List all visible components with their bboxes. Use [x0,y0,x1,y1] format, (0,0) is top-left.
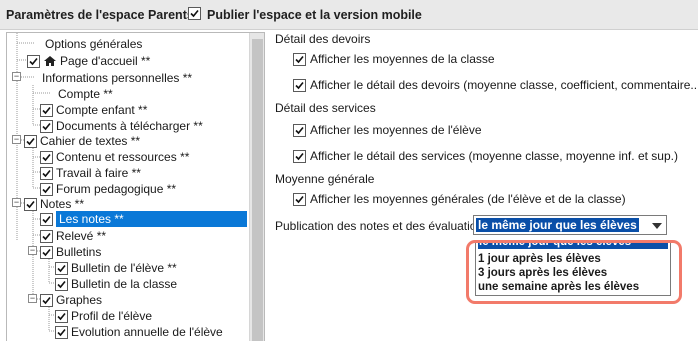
option-moyennes-eleve[interactable]: Afficher les moyennes de l'élève [293,123,482,137]
tree-expander-informations[interactable]: − [12,72,21,81]
tree-item-label: Informations personnelles ** [42,71,193,85]
tree-item-label: Page d'accueil ** [60,54,151,68]
publish-label: Publier l'espace et la version mobile [207,8,422,22]
publication-selected-value: le même jour que les élèves [476,218,639,232]
tree-checkbox[interactable] [40,293,53,307]
section-title-moyenne-generale: Moyenne générale [275,172,375,186]
tree-item-label: Bulletin de l'élève ** [71,261,177,275]
tree-item-les-notes[interactable]: Les notes ** [40,210,247,228]
option-label: Afficher le détail des devoirs (moyenne … [310,78,698,92]
tree-scrollbar-thumb[interactable] [252,39,263,341]
tree-item-label: Les notes ** [56,211,247,227]
option-checkbox[interactable] [293,78,306,92]
tree-item-label: Relevé ** [56,229,107,243]
tree-item-label: Notes ** [40,197,85,211]
option-checkbox[interactable] [293,149,306,163]
option-detail-services[interactable]: Afficher le détail des services (moyenne… [293,149,678,163]
option-checkbox[interactable] [293,192,306,206]
tree-item-label: Options générales [45,37,143,51]
tree-expander-bulletins[interactable]: − [28,246,37,255]
option-moyennes-generales[interactable]: Afficher les moyennes générales (de l'él… [293,192,626,206]
tree-item-label: Cahier de textes ** [40,134,141,148]
publication-select[interactable]: le même jour que les élèves [473,215,667,235]
section-title-services: Détail des services [275,101,376,115]
tree-expander-graphes[interactable]: − [28,294,37,303]
tree-checkbox[interactable] [27,54,40,68]
tree-checkbox[interactable] [55,277,68,291]
tree-item-label: Travail à faire ** [56,166,141,180]
option-checkbox[interactable] [293,52,306,66]
tree-item-label: Profil de l'élève [71,309,152,323]
tree-expander-notes[interactable]: − [12,198,21,207]
tree-checkbox[interactable] [40,245,53,259]
publish-checkbox[interactable] [188,7,201,20]
tree-item-options-generales[interactable]: Options générales [45,35,142,53]
option-moyennes-classe[interactable]: Afficher les moyennes de la classe [293,52,495,66]
tree-item-evolution[interactable]: Evolution annuelle de l'élève [55,323,223,341]
tree-item-label: Bulletins [56,245,102,259]
option-label: Afficher le détail des services (moyenne… [310,149,678,163]
tree-item-label: Contenu et ressources ** [56,150,190,164]
tree-item-label: Graphes [56,293,103,307]
tree-checkbox[interactable] [24,134,37,148]
tree-item-label: Compte enfant ** [56,103,148,117]
tree-checkbox[interactable] [40,103,53,117]
tree-checkbox[interactable] [40,119,53,133]
tree-expander-cahier[interactable]: − [12,135,21,144]
tree-checkbox[interactable] [40,229,53,243]
option-checkbox[interactable] [293,123,306,137]
home-icon [44,56,56,66]
header-bar: Paramètres de l'espace Parents Publier l… [0,0,698,30]
section-title-devoirs: Détail des devoirs [275,32,371,46]
tree-item-label: Documents à télécharger ** [56,119,203,133]
option-label: Afficher les moyennes de la classe [310,52,495,66]
tree-checkbox[interactable] [40,150,53,164]
publication-label: Publication des notes et des évaluations [275,219,490,233]
tree-item-label: Bulletin de la classe [71,277,178,291]
settings-tree: − − − − − Options générales Page d'accue… [6,32,265,341]
chevron-down-icon[interactable] [652,223,662,229]
callout-highlight-frame [466,240,682,304]
option-label: Afficher les moyennes générales (de l'él… [310,192,626,206]
page-title: Paramètres de l'espace Parents [6,8,194,22]
tree-item-label: Evolution annuelle de l'élève [71,325,223,339]
option-label: Afficher les moyennes de l'élève [310,123,482,137]
option-detail-devoirs[interactable]: Afficher le détail des devoirs (moyenne … [293,78,698,92]
tree-checkbox[interactable] [55,309,68,323]
tree-checkbox[interactable] [55,261,68,275]
tree-item-page-accueil[interactable]: Page d'accueil ** [27,52,150,70]
tree-item-label: Compte ** [58,87,113,101]
tree-checkbox[interactable] [40,182,53,196]
tree-checkbox[interactable] [55,325,68,339]
tree-item-label: Forum pedagogique ** [56,182,177,196]
tree-checkbox[interactable] [40,166,53,180]
tree-checkbox[interactable] [40,212,53,226]
tree-checkbox[interactable] [24,197,37,211]
